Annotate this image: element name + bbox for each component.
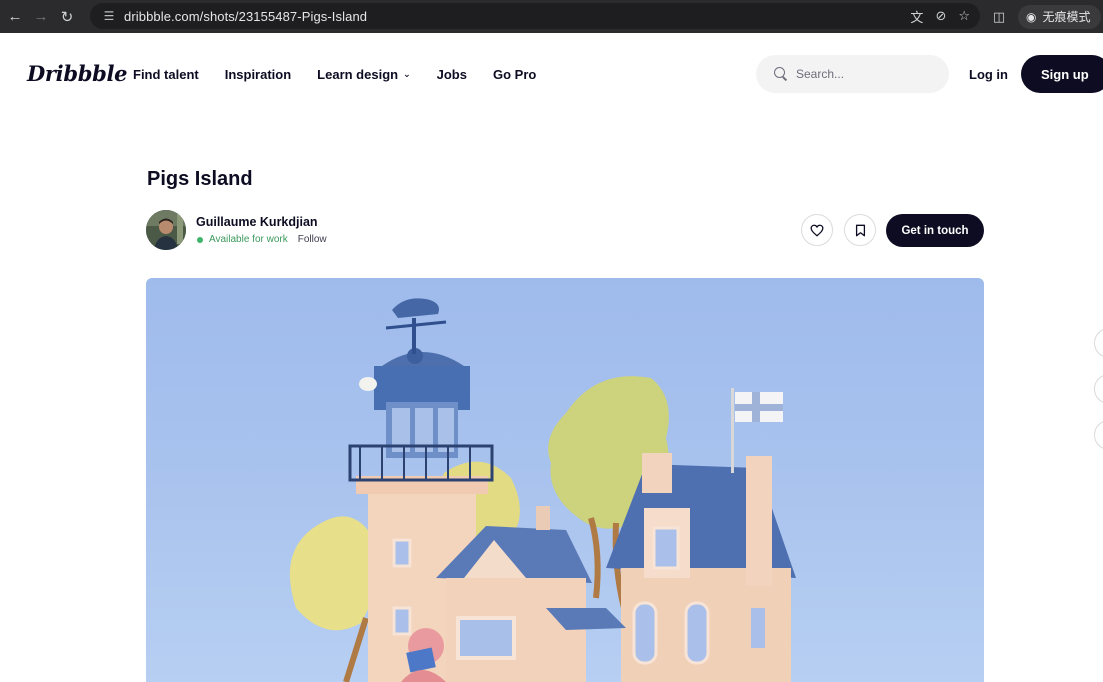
nav-learn-design[interactable]: Learn design ⌄ xyxy=(317,67,410,82)
side-action-button[interactable] xyxy=(1094,328,1103,358)
incognito-indicator[interactable]: ◉ 无痕模式 xyxy=(1018,4,1101,29)
side-action-button[interactable] xyxy=(1094,420,1103,450)
nav-find-talent[interactable]: Find talent xyxy=(133,67,199,82)
reload-icon[interactable]: ↻ xyxy=(54,4,80,30)
eye-off-icon[interactable]: ⊘ xyxy=(935,8,946,24)
bookmark-star-icon[interactable]: ☆ xyxy=(958,8,970,24)
site-header: Dribbble Find talent Inspiration Learn d… xyxy=(0,33,1103,115)
incognito-label: 无痕模式 xyxy=(1042,10,1091,24)
incognito-icon: ◉ xyxy=(1026,9,1037,24)
shot-image[interactable] xyxy=(146,278,984,682)
chevron-down-icon: ⌄ xyxy=(403,69,411,79)
nav-jobs[interactable]: Jobs xyxy=(437,67,467,82)
bookmark-icon xyxy=(855,224,865,236)
pigs-island-illustration xyxy=(289,298,796,682)
author-meta: Available for work Follow xyxy=(197,234,327,245)
search-icon xyxy=(774,67,788,81)
author-name[interactable]: Guillaume Kurkdjian xyxy=(196,215,318,229)
nav-inspiration[interactable]: Inspiration xyxy=(225,67,291,82)
nav-learn-design-label: Learn design xyxy=(317,67,399,82)
address-url[interactable]: dribbble.com/shots/23155487-Pigs-Island xyxy=(124,9,367,24)
main-nav: Find talent Inspiration Learn design ⌄ J… xyxy=(133,67,562,82)
author-avatar[interactable] xyxy=(146,210,186,250)
site-settings-icon[interactable]: ☰ xyxy=(98,9,120,23)
follow-link[interactable]: Follow xyxy=(298,234,327,245)
like-button[interactable] xyxy=(801,214,833,246)
search-box[interactable] xyxy=(756,55,949,93)
back-arrow-icon[interactable]: ← xyxy=(2,4,28,30)
browser-toolbar: ← → ↻ ☰ dribbble.com/shots/23155487-Pigs… xyxy=(0,0,1103,33)
signup-button[interactable]: Sign up xyxy=(1021,55,1103,93)
side-panel-icon[interactable]: ◫ xyxy=(988,6,1010,28)
login-link[interactable]: Log in xyxy=(969,67,1008,82)
save-button[interactable] xyxy=(844,214,876,246)
heart-icon xyxy=(810,224,824,237)
get-in-touch-button[interactable]: Get in touch xyxy=(886,214,984,247)
search-input[interactable] xyxy=(796,67,936,81)
availability-status: Available for work xyxy=(209,234,288,245)
shot-title: Pigs Island xyxy=(147,168,253,190)
dribbble-logo[interactable]: Dribbble xyxy=(27,61,128,86)
address-bar[interactable]: ☰ dribbble.com/shots/23155487-Pigs-Islan… xyxy=(90,3,980,29)
side-action-button[interactable] xyxy=(1094,374,1103,404)
forward-arrow-icon[interactable]: → xyxy=(28,4,54,30)
availability-dot-icon xyxy=(197,236,203,243)
translate-icon[interactable]: 文 xyxy=(910,7,923,26)
nav-go-pro[interactable]: Go Pro xyxy=(493,67,536,82)
